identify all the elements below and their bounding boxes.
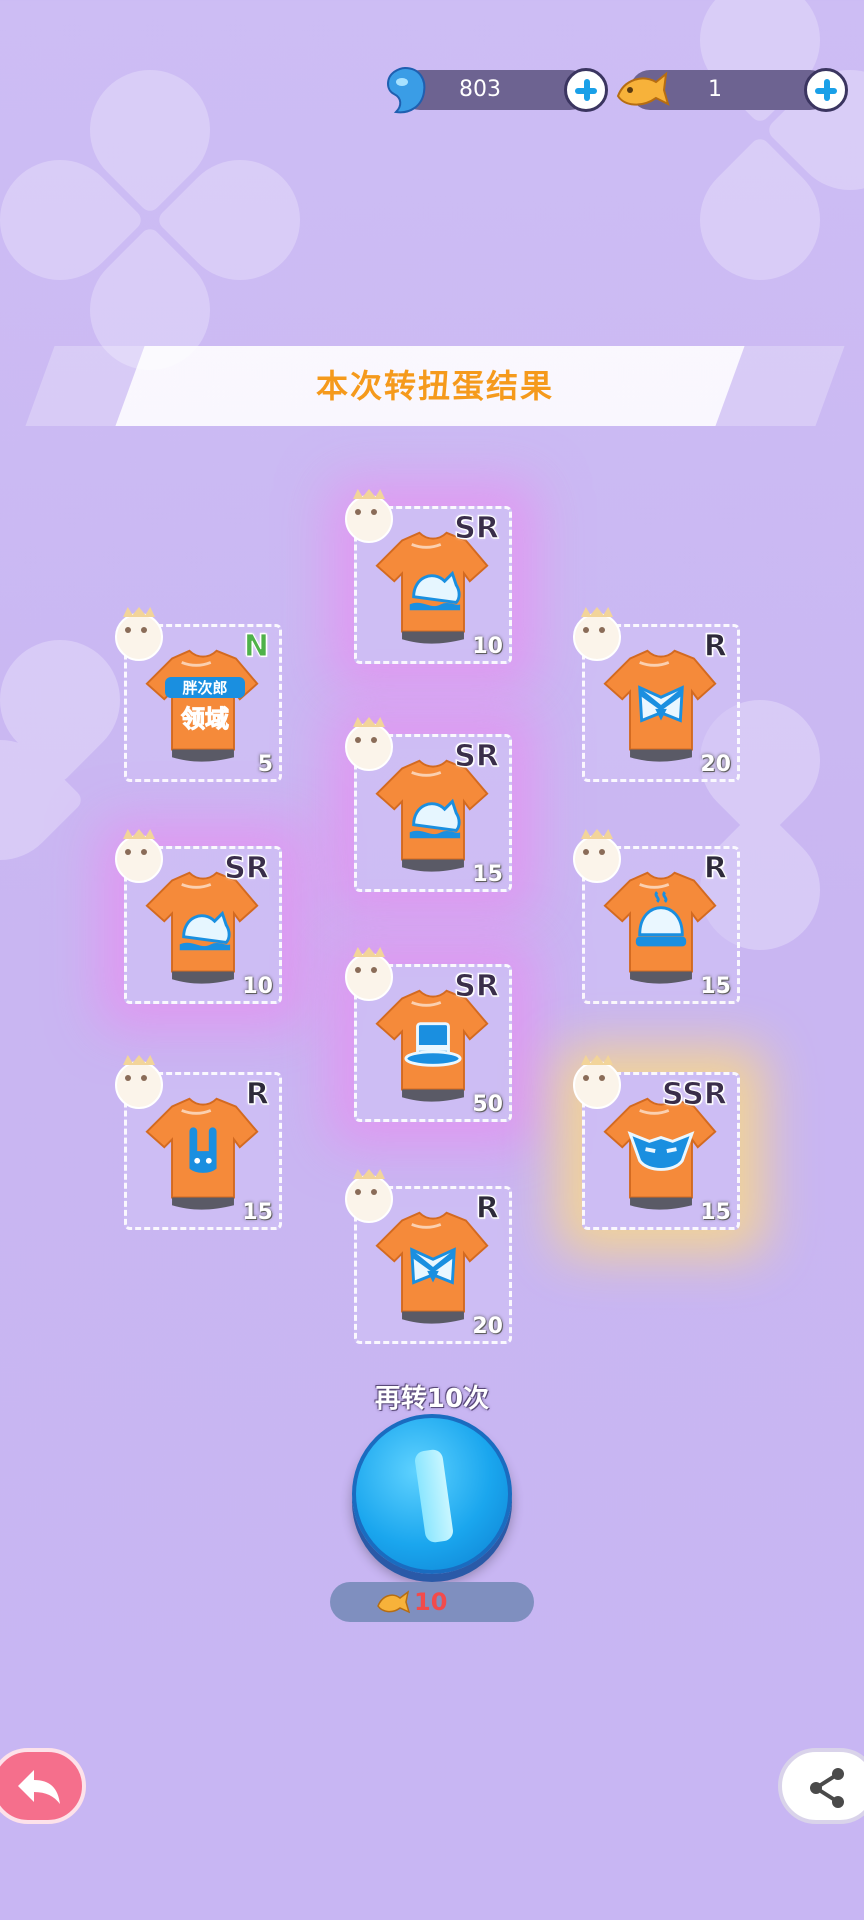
results-title-banner: 本次转扭蛋结果 <box>25 346 845 426</box>
result-card[interactable]: R 20 <box>573 613 740 782</box>
item-quantity: 15 <box>242 1200 273 1225</box>
rarity-label: R <box>703 851 727 887</box>
rarity-label: R <box>475 1191 499 1227</box>
share-icon <box>810 1768 844 1808</box>
spin-cost-badge: 10 <box>330 1582 534 1622</box>
rarity-label: N <box>243 629 269 665</box>
page-title: 本次转扭蛋结果 <box>315 367 554 405</box>
add-gems-button[interactable] <box>564 68 608 112</box>
shirt-text-line-2: 领域 <box>181 705 230 734</box>
shirt-text-line-1: 胖次郎 <box>165 677 245 698</box>
gem-icon <box>387 66 426 114</box>
result-card[interactable]: SR 50 <box>345 953 512 1122</box>
item-quantity: 15 <box>700 974 731 999</box>
item-quantity: 15 <box>700 1200 731 1225</box>
back-arrow-icon <box>18 1770 60 1804</box>
result-card[interactable]: R 20 <box>345 1175 512 1344</box>
background-clover-decoration <box>640 0 864 305</box>
rarity-label: SR <box>454 969 500 1005</box>
item-quantity: 15 <box>472 862 503 887</box>
share-button[interactable] <box>778 1748 864 1824</box>
spin-again-button[interactable] <box>352 1414 512 1574</box>
back-button[interactable] <box>0 1748 86 1824</box>
result-card[interactable]: SR 10 <box>115 835 282 1004</box>
rarity-label: R <box>703 629 727 665</box>
rarity-label: SR <box>224 851 270 887</box>
item-quantity: 20 <box>472 1314 503 1339</box>
result-card[interactable]: R 15 <box>573 835 740 1004</box>
result-card[interactable]: R 15 <box>115 1061 282 1230</box>
result-card[interactable]: SR 15 <box>345 723 512 892</box>
background-clover-decoration <box>0 45 325 395</box>
item-quantity: 10 <box>472 634 503 659</box>
gacha-handle-icon <box>413 1448 455 1544</box>
rarity-label: R <box>245 1077 269 1113</box>
rarity-label: SSR <box>662 1077 728 1113</box>
item-quantity: 50 <box>472 1092 503 1117</box>
result-card[interactable]: 胖次郎 领域 N 5 <box>115 613 282 782</box>
add-fish-button[interactable] <box>804 68 848 112</box>
rarity-label: SR <box>454 511 500 547</box>
fish-icon <box>377 1590 410 1614</box>
item-quantity: 10 <box>242 974 273 999</box>
result-card[interactable]: SSR 15 <box>573 1061 740 1230</box>
item-quantity: 5 <box>257 752 273 777</box>
item-quantity: 20 <box>700 752 731 777</box>
spin-cost: 10 <box>414 1588 448 1616</box>
fish-icon <box>616 71 670 106</box>
spin-again-label: 再转10次 <box>374 1384 490 1414</box>
rarity-label: SR <box>454 739 500 775</box>
result-card[interactable]: SR 10 <box>345 495 512 664</box>
